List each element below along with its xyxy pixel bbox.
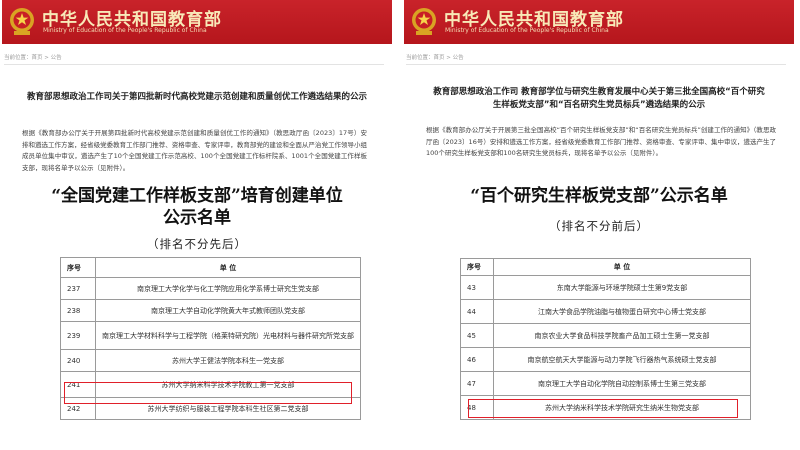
row-number: 46 — [460, 347, 494, 372]
site-header: 中华人民共和国教育部 Ministry of Education of the … — [2, 0, 392, 44]
divider — [406, 64, 786, 65]
site-subtitle-en: Ministry of Education of the People's Re… — [43, 27, 207, 34]
breadcrumb[interactable]: 当前位置：首页 > 公告 — [4, 53, 62, 61]
article-body: 根据《教育部办公厅关于开展第三批全国高校“百个研究生样板党支部”和“百名研究生党… — [426, 126, 776, 157]
header-unit: 单 位 — [95, 257, 361, 278]
header-unit: 单 位 — [493, 258, 751, 276]
row-number: 45 — [460, 323, 494, 348]
table-row: 45 南京农业大学食品科技学院畜产品加工硕士生第一党支部 — [460, 323, 751, 348]
national-emblem-icon — [10, 8, 34, 35]
list-title-line-2: 公示名单 — [163, 208, 231, 228]
article-title-line-2: 生样板党支部”和“百名研究生党员标兵”遴选结果的公示 — [492, 100, 706, 110]
highlight-box — [64, 382, 352, 404]
row-number: 43 — [460, 275, 494, 300]
nomination-table: 序号 单 位 43 东南大学能源与环境学院硕士生第9党支部 44 江南大学食品学… — [460, 258, 751, 420]
row-unit: 东南大学能源与环境学院硕士生第9党支部 — [493, 275, 751, 300]
breadcrumb[interactable]: 当前位置：首页 > 公告 — [406, 53, 464, 61]
highlight-box — [468, 399, 738, 418]
row-unit: 南京理工大学自动化学院黄大年式教师团队党支部 — [95, 299, 361, 322]
row-number: 238 — [60, 299, 96, 322]
ranking-note: （排名不分先后） — [147, 237, 247, 251]
table-row: 43 东南大学能源与环境学院硕士生第9党支部 — [460, 275, 751, 300]
header-number: 序号 — [460, 258, 494, 276]
site-header: 中华人民共和国教育部 Ministry of Education of the … — [404, 0, 794, 44]
list-title: “全国党建工作样板支部”培育创建单位 公示名单 — [2, 185, 392, 229]
article-body: 根据《教育部办公厅关于开展第四批新时代高校党建示范创建和质量创优工作的通知》（教… — [22, 129, 367, 172]
table-row: 237 南京理工大学化学与化工学院应用化学系博士研究生党支部 — [60, 277, 361, 300]
national-emblem-icon — [412, 8, 436, 35]
row-number: 47 — [460, 371, 494, 396]
row-unit: 苏州大学王健法学院本科生一党支部 — [95, 349, 361, 372]
row-unit: 南京理工大学自动化学院自动控制系博士生第三党支部 — [493, 371, 751, 396]
table-row: 239 南京理工大学材料科学与工程学院（格莱特研究院）光电材料与器件研究所党支部 — [60, 321, 361, 350]
table-header-row: 序号 单 位 — [60, 257, 361, 278]
table-row: 47 南京理工大学自动化学院自动控制系博士生第三党支部 — [460, 371, 751, 396]
table-row: 46 南京航空航天大学能源与动力学院飞行器热气系统硕士党支部 — [460, 347, 751, 372]
row-number: 240 — [60, 349, 96, 372]
row-number: 44 — [460, 299, 494, 324]
article-title-line-1: 教育部思想政治工作司 教育部学位与研究生教育发展中心关于第三批全国高校“百个研究 — [433, 87, 765, 97]
article-title: 教育部思想政治工作司 教育部学位与研究生教育发展中心关于第三批全国高校“百个研究… — [410, 86, 788, 112]
row-unit: 南京理工大学化学与化工学院应用化学系博士研究生党支部 — [95, 277, 361, 300]
left-screenshot: 中华人民共和国教育部 Ministry of Education of the … — [2, 0, 392, 450]
ranking-note: （排名不分前后） — [549, 219, 649, 233]
row-number: 237 — [60, 277, 96, 300]
row-unit: 江南大学食品学院油脂与植物蛋白研究中心博士党支部 — [493, 299, 751, 324]
list-title: “百个研究生样板党支部”公示名单 — [470, 186, 728, 206]
site-subtitle-en: Ministry of Education of the People's Re… — [445, 27, 609, 34]
header-number: 序号 — [60, 257, 96, 278]
right-screenshot: 中华人民共和国教育部 Ministry of Education of the … — [404, 0, 794, 450]
list-title-line-1: “全国党建工作样板支部”培育创建单位 — [51, 186, 343, 206]
article-title: 教育部思想政治工作司关于第四批新时代高校党建示范创建和质量创优工作遴选结果的公示 — [26, 92, 367, 102]
row-unit: 南京农业大学食品科技学院畜产品加工硕士生第一党支部 — [493, 323, 751, 348]
row-unit: 南京航空航天大学能源与动力学院飞行器热气系统硕士党支部 — [493, 347, 751, 372]
table-row: 238 南京理工大学自动化学院黄大年式教师团队党支部 — [60, 299, 361, 322]
row-number: 239 — [60, 321, 96, 350]
row-unit: 南京理工大学材料科学与工程学院（格莱特研究院）光电材料与器件研究所党支部 — [95, 321, 361, 350]
table-row: 44 江南大学食品学院油脂与植物蛋白研究中心博士党支部 — [460, 299, 751, 324]
table-row: 240 苏州大学王健法学院本科生一党支部 — [60, 349, 361, 372]
table-header-row: 序号 单 位 — [460, 258, 751, 276]
divider — [4, 64, 384, 65]
